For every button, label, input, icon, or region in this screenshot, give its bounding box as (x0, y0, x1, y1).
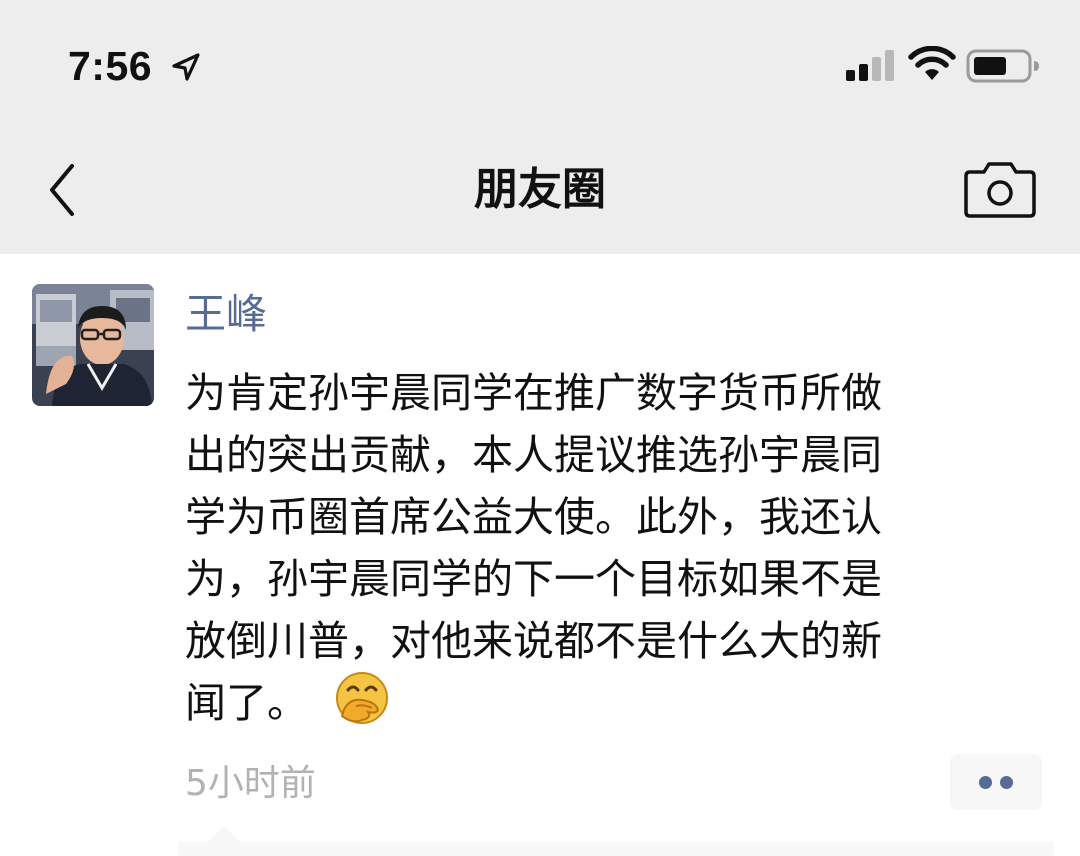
more-dots-icon (979, 776, 992, 789)
camera-icon (964, 162, 1036, 218)
back-button[interactable] (30, 150, 100, 230)
comment-area (178, 842, 1054, 856)
author-name[interactable]: 王峰 (185, 284, 267, 344)
post-line: 为肯定孙宇晨同学在推广数字货币所做 (185, 369, 882, 417)
location-arrow-icon (172, 53, 200, 81)
post-line: 放倒川普，对他来说都不是什么大的新 (185, 617, 882, 665)
comment-area-caret (208, 826, 240, 842)
chevron-left-icon (50, 164, 74, 216)
post-line: 出的突出贡献，本人提议推选孙宇晨同 (185, 431, 882, 479)
battery-icon (966, 49, 1039, 83)
post-text: 为肯定孙宇晨同学在推广数字货币所做 出的突出贡献，本人提议推选孙宇晨同 学为币圈… (185, 362, 1045, 734)
post-timestamp: 5小时前 (185, 763, 316, 804)
avatar[interactable] (32, 284, 154, 406)
post-line: 为，孙宇晨同学的下一个目标如果不是 (185, 555, 882, 603)
wifi-icon (908, 46, 956, 80)
more-dots-icon (1000, 776, 1013, 789)
status-time: 7:56 (68, 43, 153, 89)
post-line: 闻了。 (185, 679, 308, 727)
top-bar: 7:56 朋友圈 (0, 0, 1080, 254)
page-title: 朋友圈 (474, 164, 606, 215)
more-actions-button[interactable] (950, 754, 1042, 810)
camera-button[interactable] (962, 158, 1038, 222)
cellular-signal-icon (846, 50, 894, 81)
post-line: 学为币圈首席公益大使。此外，我还认 (185, 493, 882, 541)
face-with-hand-over-mouth-emoji (336, 672, 388, 724)
